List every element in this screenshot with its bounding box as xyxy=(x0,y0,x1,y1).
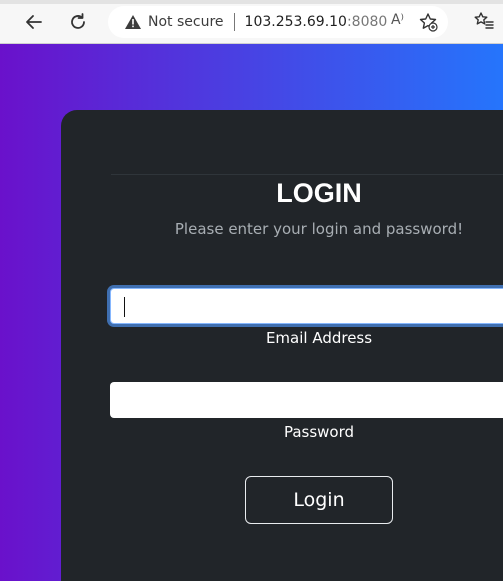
favorites-icon[interactable] xyxy=(473,10,495,36)
card-divider xyxy=(111,174,503,175)
page-title: LOGIN xyxy=(276,178,362,208)
read-aloud-icon[interactable]: A⁾ xyxy=(391,12,404,28)
url-port[interactable]: :8080 xyxy=(347,14,387,30)
email-field[interactable] xyxy=(110,288,503,324)
browser-toolbar: Not secure 103.253.69.10:8080 A⁾ xyxy=(0,0,503,44)
page-background: LOGIN Please enter your login and passwo… xyxy=(0,44,503,581)
reload-icon[interactable] xyxy=(66,10,90,34)
add-favorite-icon[interactable] xyxy=(418,12,438,36)
login-button[interactable]: Login xyxy=(245,476,393,524)
password-field[interactable] xyxy=(110,382,503,418)
address-divider xyxy=(233,13,235,31)
url-host[interactable]: 103.253.69.10 xyxy=(245,14,347,30)
login-subtitle: Please enter your login and password! xyxy=(174,220,464,238)
address-bar[interactable]: Not secure 103.253.69.10:8080 A⁾ xyxy=(108,6,448,38)
text-caret xyxy=(124,297,125,317)
tab-strip xyxy=(0,0,503,4)
password-label: Password xyxy=(283,423,355,441)
back-arrow-icon[interactable] xyxy=(22,10,46,34)
email-label: Email Address xyxy=(265,329,373,347)
login-card: LOGIN Please enter your login and passwo… xyxy=(61,110,503,581)
warning-icon[interactable] xyxy=(124,13,142,31)
security-label[interactable]: Not secure xyxy=(148,14,224,30)
